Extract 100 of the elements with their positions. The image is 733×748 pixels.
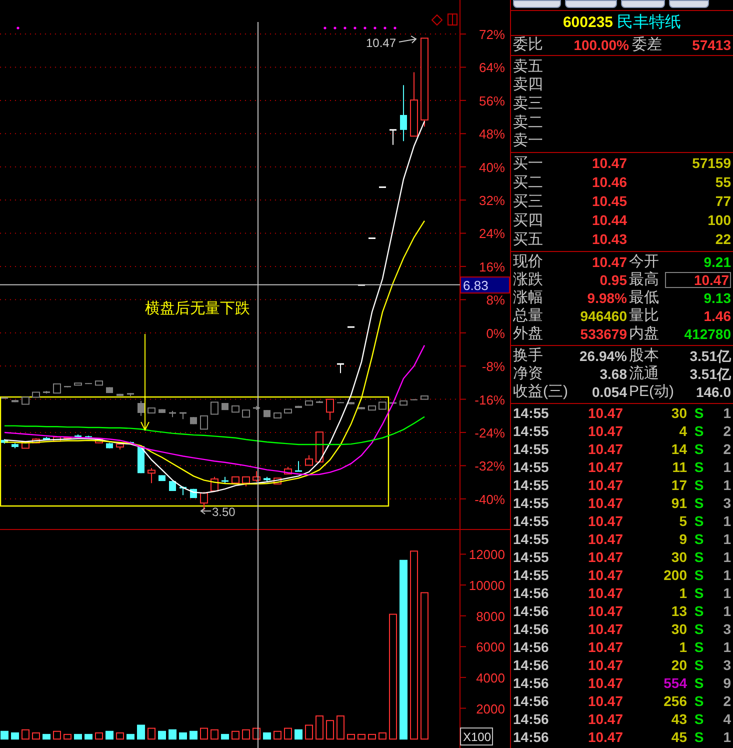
ask-level-label: 卖一 bbox=[513, 133, 543, 148]
trade-price: 10.47 bbox=[586, 622, 623, 636]
bid-volume: 100 bbox=[706, 210, 731, 230]
candlestick bbox=[242, 476, 250, 487]
trade-side: S bbox=[693, 442, 705, 456]
trade-time: 14:56 bbox=[513, 640, 550, 654]
ask-level-label: 卖五 bbox=[513, 58, 543, 74]
trade-count: 9 bbox=[722, 676, 731, 690]
panel-icon[interactable] bbox=[448, 14, 458, 26]
trade-time: 14:56 bbox=[513, 658, 550, 672]
signal-dot bbox=[384, 26, 386, 30]
trade-time: 14:56 bbox=[513, 622, 550, 636]
signal-dot bbox=[374, 26, 376, 30]
field-value: 57413 bbox=[691, 36, 731, 55]
trade-volume: 1 bbox=[678, 640, 687, 654]
bid-volume: 57159 bbox=[691, 154, 731, 173]
trade-side: S bbox=[693, 568, 705, 582]
trade-price: 10.47 bbox=[586, 586, 623, 600]
trade-price: 10.47 bbox=[586, 460, 623, 474]
trade-side: S bbox=[693, 622, 705, 636]
candlestick bbox=[74, 434, 82, 438]
toolbar-button[interactable] bbox=[621, 0, 665, 8]
bid-price: 10.44 bbox=[590, 210, 627, 230]
signal-dot bbox=[324, 26, 326, 30]
low-pointer-arrow bbox=[200, 508, 212, 514]
bid-price: 10.46 bbox=[590, 172, 627, 192]
candlestick bbox=[410, 72, 418, 137]
diamond-icon[interactable] bbox=[431, 14, 443, 26]
trade-volume: 13 bbox=[670, 604, 687, 618]
field-value: 3.51亿 bbox=[688, 348, 731, 363]
trade-side: S bbox=[693, 460, 705, 474]
trade-volume: 1 bbox=[678, 586, 687, 600]
trade-time: 14:56 bbox=[513, 730, 550, 744]
field-label: 涨跌 bbox=[513, 272, 544, 288]
trade-side: S bbox=[693, 730, 705, 744]
trade-count: 1 bbox=[722, 514, 731, 528]
candlestick bbox=[252, 470, 260, 482]
trade-count: 1 bbox=[722, 406, 731, 420]
bid-volume: 77 bbox=[714, 192, 731, 211]
field-value: 3.51亿 bbox=[688, 366, 731, 381]
toolbar-button[interactable] bbox=[513, 0, 561, 8]
trade-time: 14:56 bbox=[513, 586, 550, 600]
trade-time: 14:56 bbox=[513, 604, 550, 618]
axis-tick-label: -40% bbox=[474, 492, 505, 507]
trade-count: 1 bbox=[722, 460, 731, 474]
axis-tick-label: -16% bbox=[474, 392, 505, 408]
trade-price: 10.47 bbox=[586, 442, 623, 456]
trade-price: 10.47 bbox=[586, 424, 623, 438]
bid-level-label: 买五 bbox=[513, 232, 544, 247]
trade-side: S bbox=[693, 640, 705, 654]
trade-price: 10.47 bbox=[586, 514, 623, 528]
candlestick bbox=[210, 476, 218, 492]
trade-count: 1 bbox=[722, 550, 731, 564]
candlestick bbox=[274, 478, 282, 484]
trade-time: 14:56 bbox=[513, 676, 550, 690]
field-value: 9.98% bbox=[586, 290, 627, 305]
bid-level-label: 买一 bbox=[513, 156, 544, 171]
signal-dot bbox=[394, 26, 396, 30]
trade-price: 10.47 bbox=[586, 550, 623, 564]
trade-side: S bbox=[693, 712, 705, 726]
trade-count: 1 bbox=[722, 586, 731, 600]
candlestick bbox=[180, 486, 186, 496]
trade-time: 14:55 bbox=[513, 496, 550, 510]
axis-tick-label: 56% bbox=[478, 93, 505, 108]
field-label: 外盘 bbox=[513, 326, 544, 342]
trade-time: 14:55 bbox=[513, 532, 550, 546]
bid-level-label: 买四 bbox=[513, 212, 544, 228]
trade-price: 10.47 bbox=[586, 712, 623, 726]
field-value: 100.00% bbox=[572, 36, 629, 55]
trade-count: 1 bbox=[722, 640, 731, 654]
trade-volume: 9 bbox=[678, 532, 687, 546]
field-label: 委比 bbox=[513, 35, 544, 56]
field-label: 委差 bbox=[632, 35, 662, 56]
candlestick bbox=[326, 398, 334, 421]
trade-count: 2 bbox=[722, 424, 731, 438]
candlestick bbox=[379, 186, 386, 188]
trade-time: 14:56 bbox=[513, 712, 550, 726]
axis-tick-label: 72% bbox=[478, 27, 505, 42]
trade-price: 10.47 bbox=[586, 694, 623, 708]
signal-dot bbox=[16, 26, 20, 30]
candlestick bbox=[264, 476, 270, 482]
stock-code: 600235 bbox=[562, 12, 614, 33]
trade-price: 10.47 bbox=[586, 406, 623, 420]
axis-tick-label: 4000 bbox=[476, 670, 505, 686]
trade-side: S bbox=[693, 604, 705, 618]
trade-volume: 200 bbox=[662, 568, 687, 582]
field-label: 收益(三) bbox=[513, 384, 568, 400]
trade-count: 1 bbox=[722, 568, 731, 582]
trade-volume: 45 bbox=[670, 730, 687, 744]
trade-volume: 20 bbox=[670, 658, 687, 672]
toolbar-button[interactable] bbox=[669, 0, 709, 8]
toolbar-button[interactable] bbox=[565, 0, 617, 8]
field-label: 总量 bbox=[513, 308, 544, 324]
trade-count: 4 bbox=[722, 712, 731, 726]
trade-price: 10.47 bbox=[586, 478, 623, 492]
field-value: 0.054 bbox=[590, 384, 627, 399]
candlestick bbox=[12, 442, 18, 449]
bid-level-label: 买三 bbox=[513, 194, 544, 209]
trade-side: S bbox=[693, 406, 705, 420]
field-label: 最低 bbox=[629, 290, 660, 306]
